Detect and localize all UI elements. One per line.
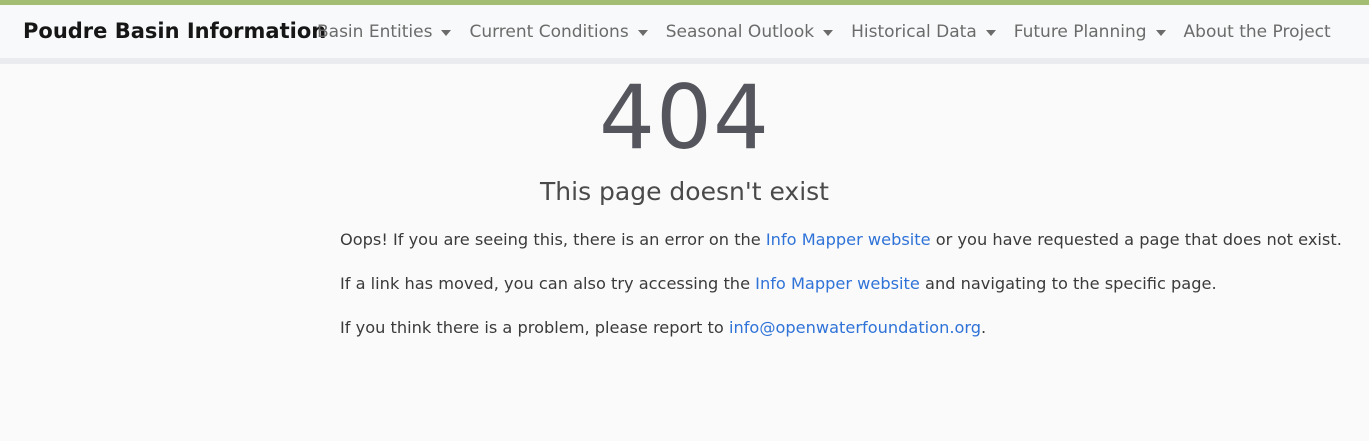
nav-about-the-project-link[interactable]: About the Project xyxy=(1184,22,1331,42)
message-3-text-after: . xyxy=(981,318,987,337)
message-line-1: Oops! If you are seeing this, there is a… xyxy=(340,230,1342,249)
message-3-text-before: If you think there is a problem, please … xyxy=(340,318,729,337)
nav-basin-entities-dropdown[interactable]: Basin Entities xyxy=(317,22,452,42)
message-2-text-after: and navigating to the specific page. xyxy=(919,274,1217,293)
nav-current-conditions-dropdown[interactable]: Current Conditions xyxy=(469,22,648,42)
nav-historical-data-label: Historical Data xyxy=(851,22,977,42)
nav-seasonal-outlook-dropdown[interactable]: Seasonal Outlook xyxy=(665,22,834,42)
nav-basin-entities-label: Basin Entities xyxy=(317,22,433,42)
nav-menu: Basin Entities Current Conditions Season… xyxy=(317,22,1349,42)
error-title: This page doesn't exist xyxy=(540,177,829,206)
message-line-2: If a link has moved, you can also try ac… xyxy=(340,274,1217,293)
nav-future-planning-dropdown[interactable]: Future Planning xyxy=(1014,22,1166,42)
caret-down-icon xyxy=(441,29,452,36)
message-line-3: If you think there is a problem, please … xyxy=(340,318,986,337)
nav-historical-data-dropdown[interactable]: Historical Data xyxy=(851,22,996,42)
info-mapper-website-link-2[interactable]: Info Mapper website xyxy=(755,274,920,293)
navbar-divider xyxy=(0,58,1369,64)
caret-down-icon xyxy=(985,29,996,36)
message-1-text-before: Oops! If you are seeing this, there is a… xyxy=(340,230,766,249)
message-2-text-before: If a link has moved, you can also try ac… xyxy=(340,274,756,293)
caret-down-icon xyxy=(1155,29,1166,36)
info-mapper-website-link[interactable]: Info Mapper website xyxy=(766,230,931,249)
contact-email-link[interactable]: info@openwaterfoundation.org xyxy=(729,318,981,337)
caret-down-icon xyxy=(637,29,648,36)
nav-seasonal-outlook-label: Seasonal Outlook xyxy=(665,22,815,42)
caret-down-icon xyxy=(823,29,834,36)
error-code: 404 xyxy=(599,66,770,169)
nav-about-the-project-label: About the Project xyxy=(1183,22,1331,42)
message-1-text-after: or you have requested a page that does n… xyxy=(930,230,1342,249)
nav-current-conditions-label: Current Conditions xyxy=(469,22,629,42)
navbar: Poudre Basin Information Basin Entities … xyxy=(0,5,1369,58)
nav-future-planning-label: Future Planning xyxy=(1013,22,1147,42)
brand-link[interactable]: Poudre Basin Information xyxy=(23,19,326,43)
